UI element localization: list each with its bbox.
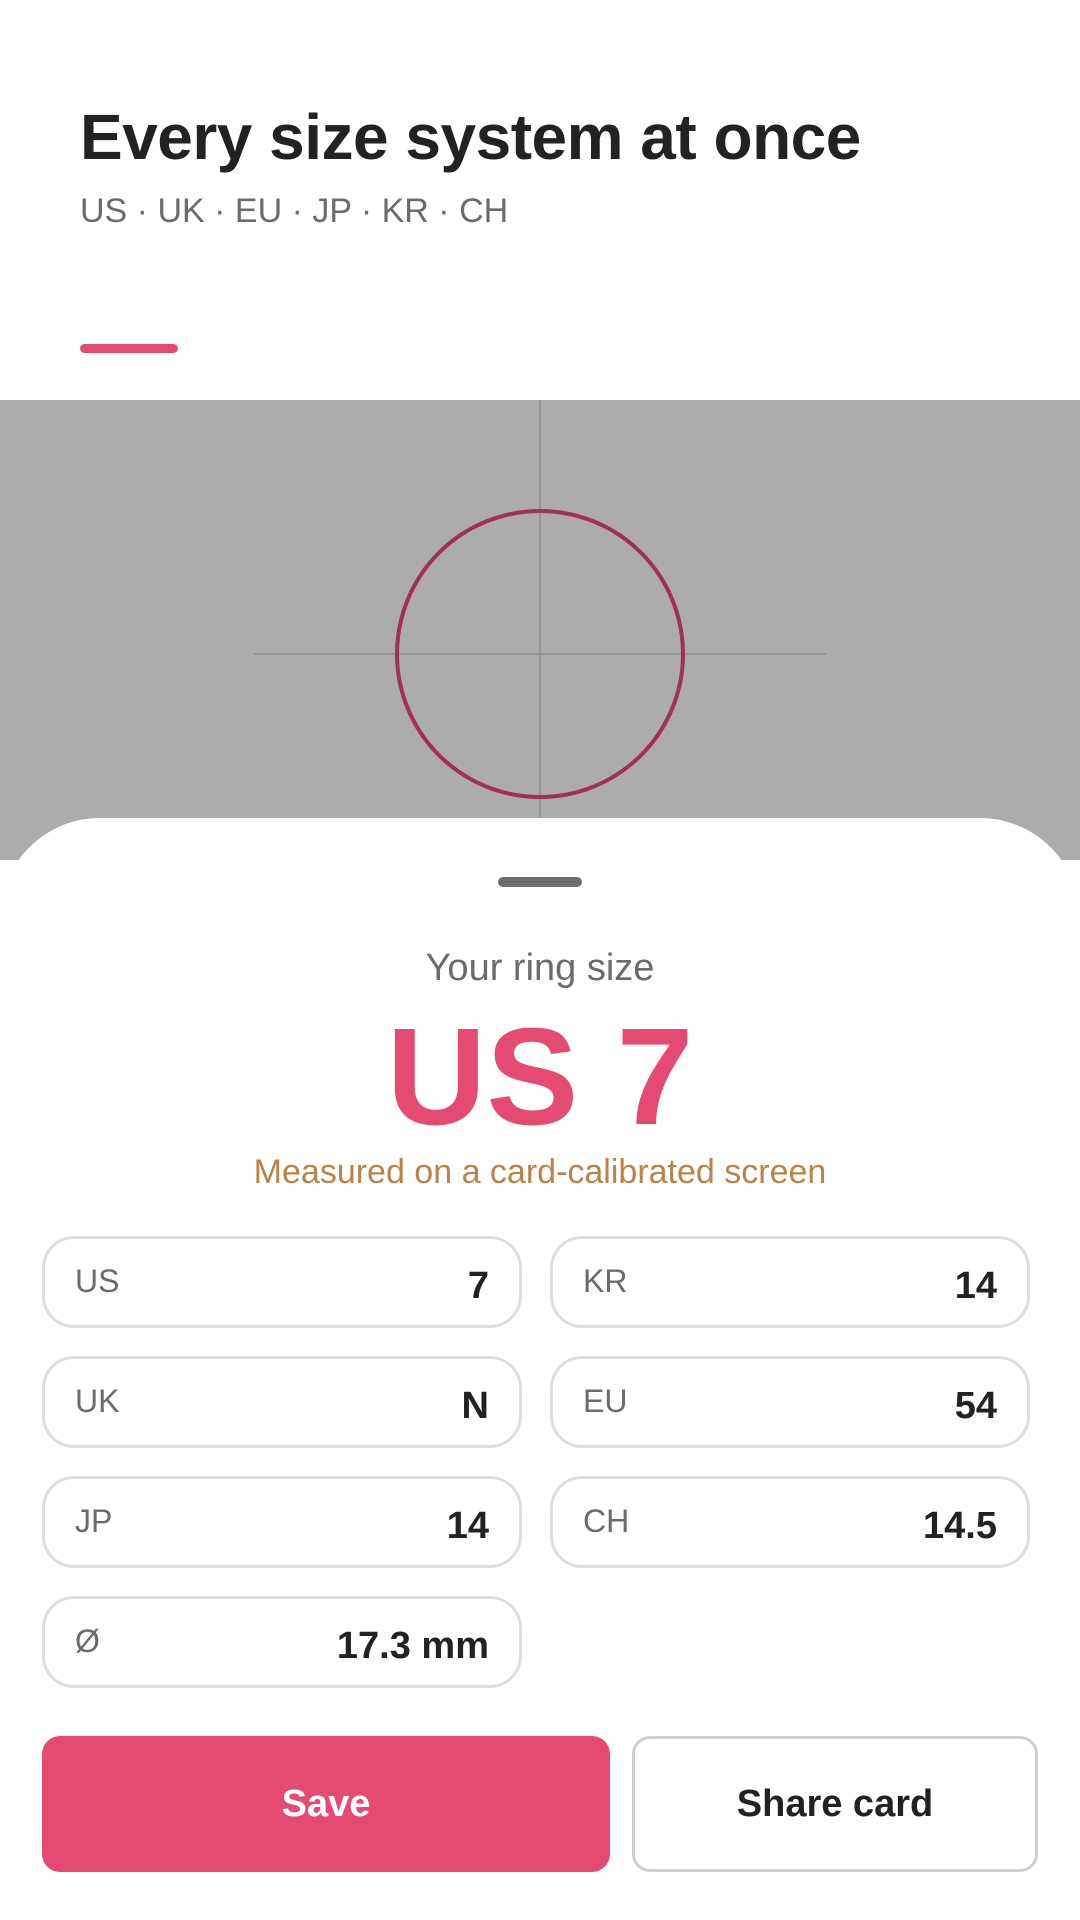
ring-size-value: US 7 (386, 1000, 694, 1154)
size-chip-label: Ø (75, 1623, 100, 1659)
calibration-note: Measured on a card-calibrated screen (253, 1153, 827, 1191)
page-subtitle: US · UK · EU · JP · KR · CH (80, 192, 509, 230)
ring-size-caption: Your ring size (425, 947, 655, 989)
size-chip-label: CH (583, 1503, 630, 1539)
size-chip-jp: JP 14 (42, 1476, 522, 1568)
result-bottom-sheet: Your ring size US 7 Measured on a card-c… (0, 818, 1080, 1920)
size-chip-value: 14 (446, 1505, 489, 1547)
size-chip-label: JP (75, 1503, 113, 1539)
size-chip-value: 14 (954, 1265, 997, 1307)
progress-accent-bar (80, 344, 178, 353)
size-chip-label: UK (75, 1383, 120, 1419)
ring-measure-canvas (254, 400, 826, 860)
size-chip-label: US (75, 1263, 120, 1299)
ring-measure-viewport[interactable] (0, 400, 1080, 860)
size-chip-ch: CH 14.5 (550, 1476, 1030, 1568)
size-chip-us: US 7 (42, 1236, 522, 1328)
size-chip-diameter: Ø 17.3 mm (42, 1596, 522, 1688)
share-card-button[interactable]: Share card (632, 1736, 1038, 1872)
size-chip-eu: EU 54 (550, 1356, 1030, 1448)
size-chip-uk: UK N (42, 1356, 522, 1448)
size-chip-kr: KR 14 (550, 1236, 1030, 1328)
size-chip-label: EU (583, 1383, 628, 1419)
size-chip-value: 17.3 mm (336, 1625, 489, 1667)
size-chip-label: KR (583, 1263, 628, 1299)
size-chip-value: 54 (954, 1385, 997, 1427)
header: Every size system at once US · UK · EU ·… (0, 0, 1080, 400)
size-chip-value: 7 (467, 1265, 489, 1307)
sheet-drag-handle[interactable] (498, 877, 582, 887)
size-chip-value: 14.5 (923, 1505, 997, 1547)
size-chip-value: N (461, 1385, 489, 1427)
page-title: Every size system at once (80, 101, 861, 173)
save-button[interactable]: Save (42, 1736, 610, 1872)
